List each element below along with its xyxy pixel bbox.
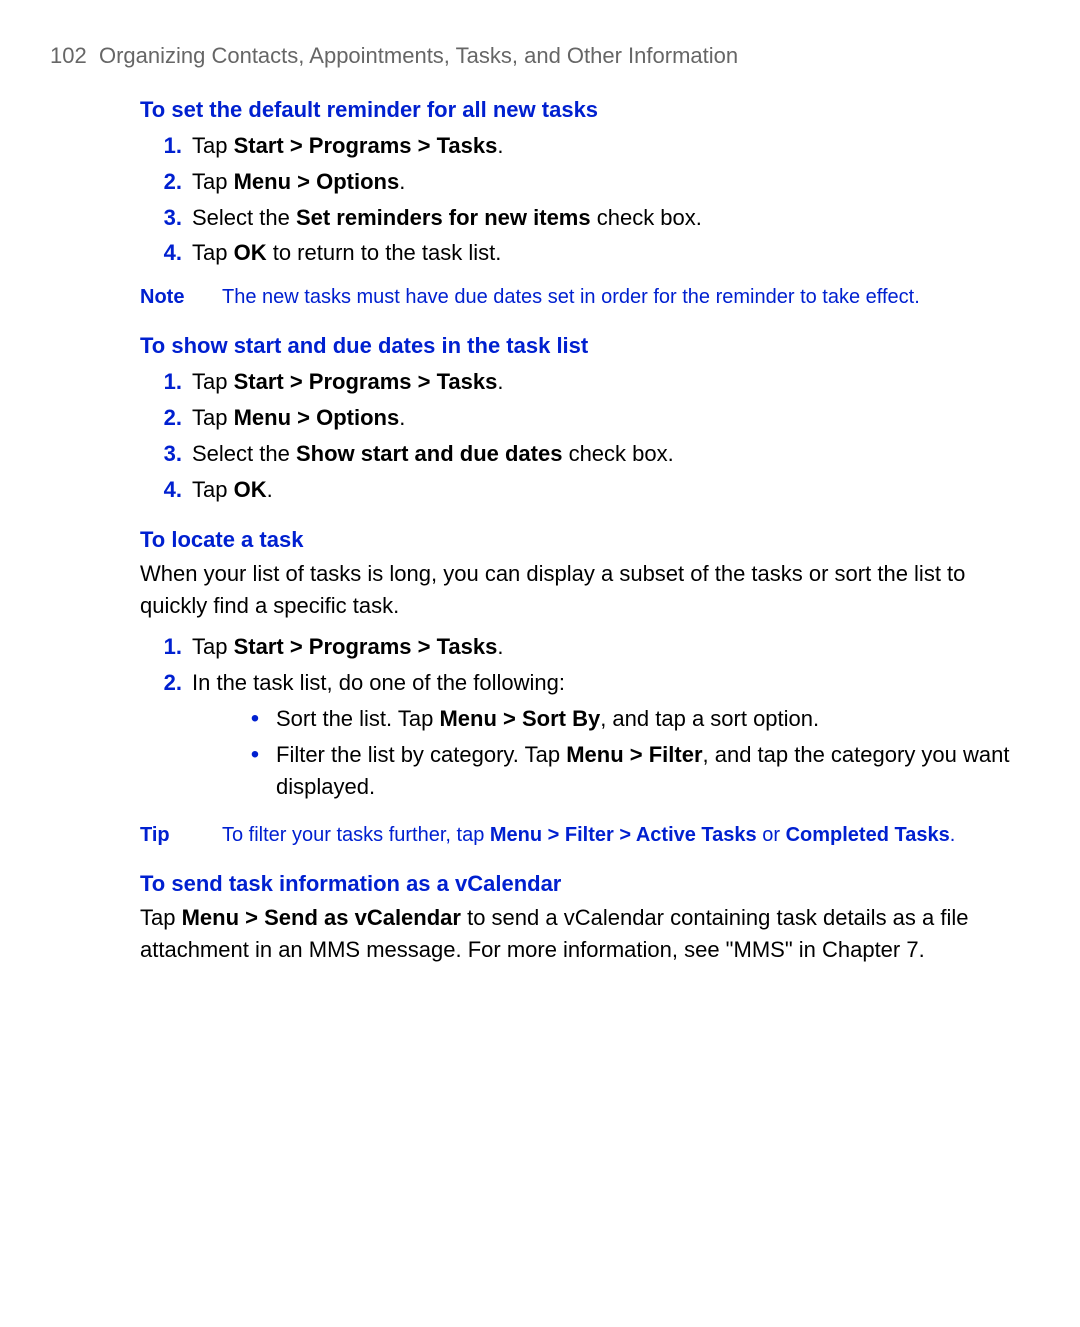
list-number: 1. [140, 366, 192, 398]
list-number: 4. [140, 237, 192, 269]
bullet-text: Filter the list by category. Tap Menu > … [276, 739, 1030, 803]
list-text: Select the Set reminders for new items c… [192, 202, 1030, 234]
list-default-reminder: 1. Tap Start > Programs > Tasks. 2. Tap … [140, 130, 1030, 270]
list-item: 1. Tap Start > Programs > Tasks. [140, 631, 1030, 663]
heading-default-reminder: To set the default reminder for all new … [140, 94, 1030, 126]
heading-show-dates: To show start and due dates in the task … [140, 330, 1030, 362]
bullet-item: • Sort the list. Tap Menu > Sort By, and… [234, 703, 1030, 735]
list-number: 3. [140, 202, 192, 234]
list-show-dates: 1. Tap Start > Programs > Tasks. 2. Tap … [140, 366, 1030, 506]
bullet-icon: • [234, 739, 276, 803]
tip-text: To filter your tasks further, tap Menu >… [222, 821, 1030, 850]
list-text: Tap Menu > Options. [192, 402, 1030, 434]
list-number: 2. [140, 166, 192, 198]
page-header: 102 Organizing Contacts, Appointments, T… [50, 40, 1030, 72]
list-number: 2. [140, 402, 192, 434]
bullet-item: • Filter the list by category. Tap Menu … [234, 739, 1030, 803]
note-text: The new tasks must have due dates set in… [222, 283, 1030, 312]
list-item: 4. Tap OK. [140, 474, 1030, 506]
list-text: Tap OK. [192, 474, 1030, 506]
list-number: 1. [140, 130, 192, 162]
paragraph-send-vcalendar: Tap Menu > Send as vCalendar to send a v… [140, 902, 980, 966]
list-item: 2. Tap Menu > Options. [140, 402, 1030, 434]
list-number: 3. [140, 438, 192, 470]
note-block: Note The new tasks must have due dates s… [140, 283, 1030, 312]
list-number: 1. [140, 631, 192, 663]
page-number: 102 [50, 43, 87, 68]
tip-label: Tip [140, 821, 222, 850]
list-text: Tap Start > Programs > Tasks. [192, 130, 1030, 162]
list-item: 2. In the task list, do one of the follo… [140, 667, 1030, 807]
list-text: Tap Start > Programs > Tasks. [192, 366, 1030, 398]
list-item: 2. Tap Menu > Options. [140, 166, 1030, 198]
list-text: In the task list, do one of the followin… [192, 667, 1030, 807]
heading-send-vcalendar: To send task information as a vCalendar [140, 868, 1030, 900]
list-number: 4. [140, 474, 192, 506]
list-text: Tap Start > Programs > Tasks. [192, 631, 1030, 663]
list-text: Tap OK to return to the task list. [192, 237, 1030, 269]
bullet-text: Sort the list. Tap Menu > Sort By, and t… [276, 703, 819, 735]
note-label: Note [140, 283, 222, 312]
heading-locate-task: To locate a task [140, 524, 1030, 556]
list-number: 2. [140, 667, 192, 807]
list-item: 1. Tap Start > Programs > Tasks. [140, 366, 1030, 398]
list-item: 3. Select the Set reminders for new item… [140, 202, 1030, 234]
list-locate-task: 1. Tap Start > Programs > Tasks. 2. In t… [140, 631, 1030, 806]
list-text: Select the Show start and due dates chec… [192, 438, 1030, 470]
list-item: 3. Select the Show start and due dates c… [140, 438, 1030, 470]
paragraph-locate-intro: When your list of tasks is long, you can… [140, 558, 980, 622]
list-text: Tap Menu > Options. [192, 166, 1030, 198]
chapter-title: Organizing Contacts, Appointments, Tasks… [99, 43, 738, 68]
bullet-icon: • [234, 703, 276, 735]
list-item: 1. Tap Start > Programs > Tasks. [140, 130, 1030, 162]
list-item: 4. Tap OK to return to the task list. [140, 237, 1030, 269]
tip-block: Tip To filter your tasks further, tap Me… [140, 821, 1030, 850]
